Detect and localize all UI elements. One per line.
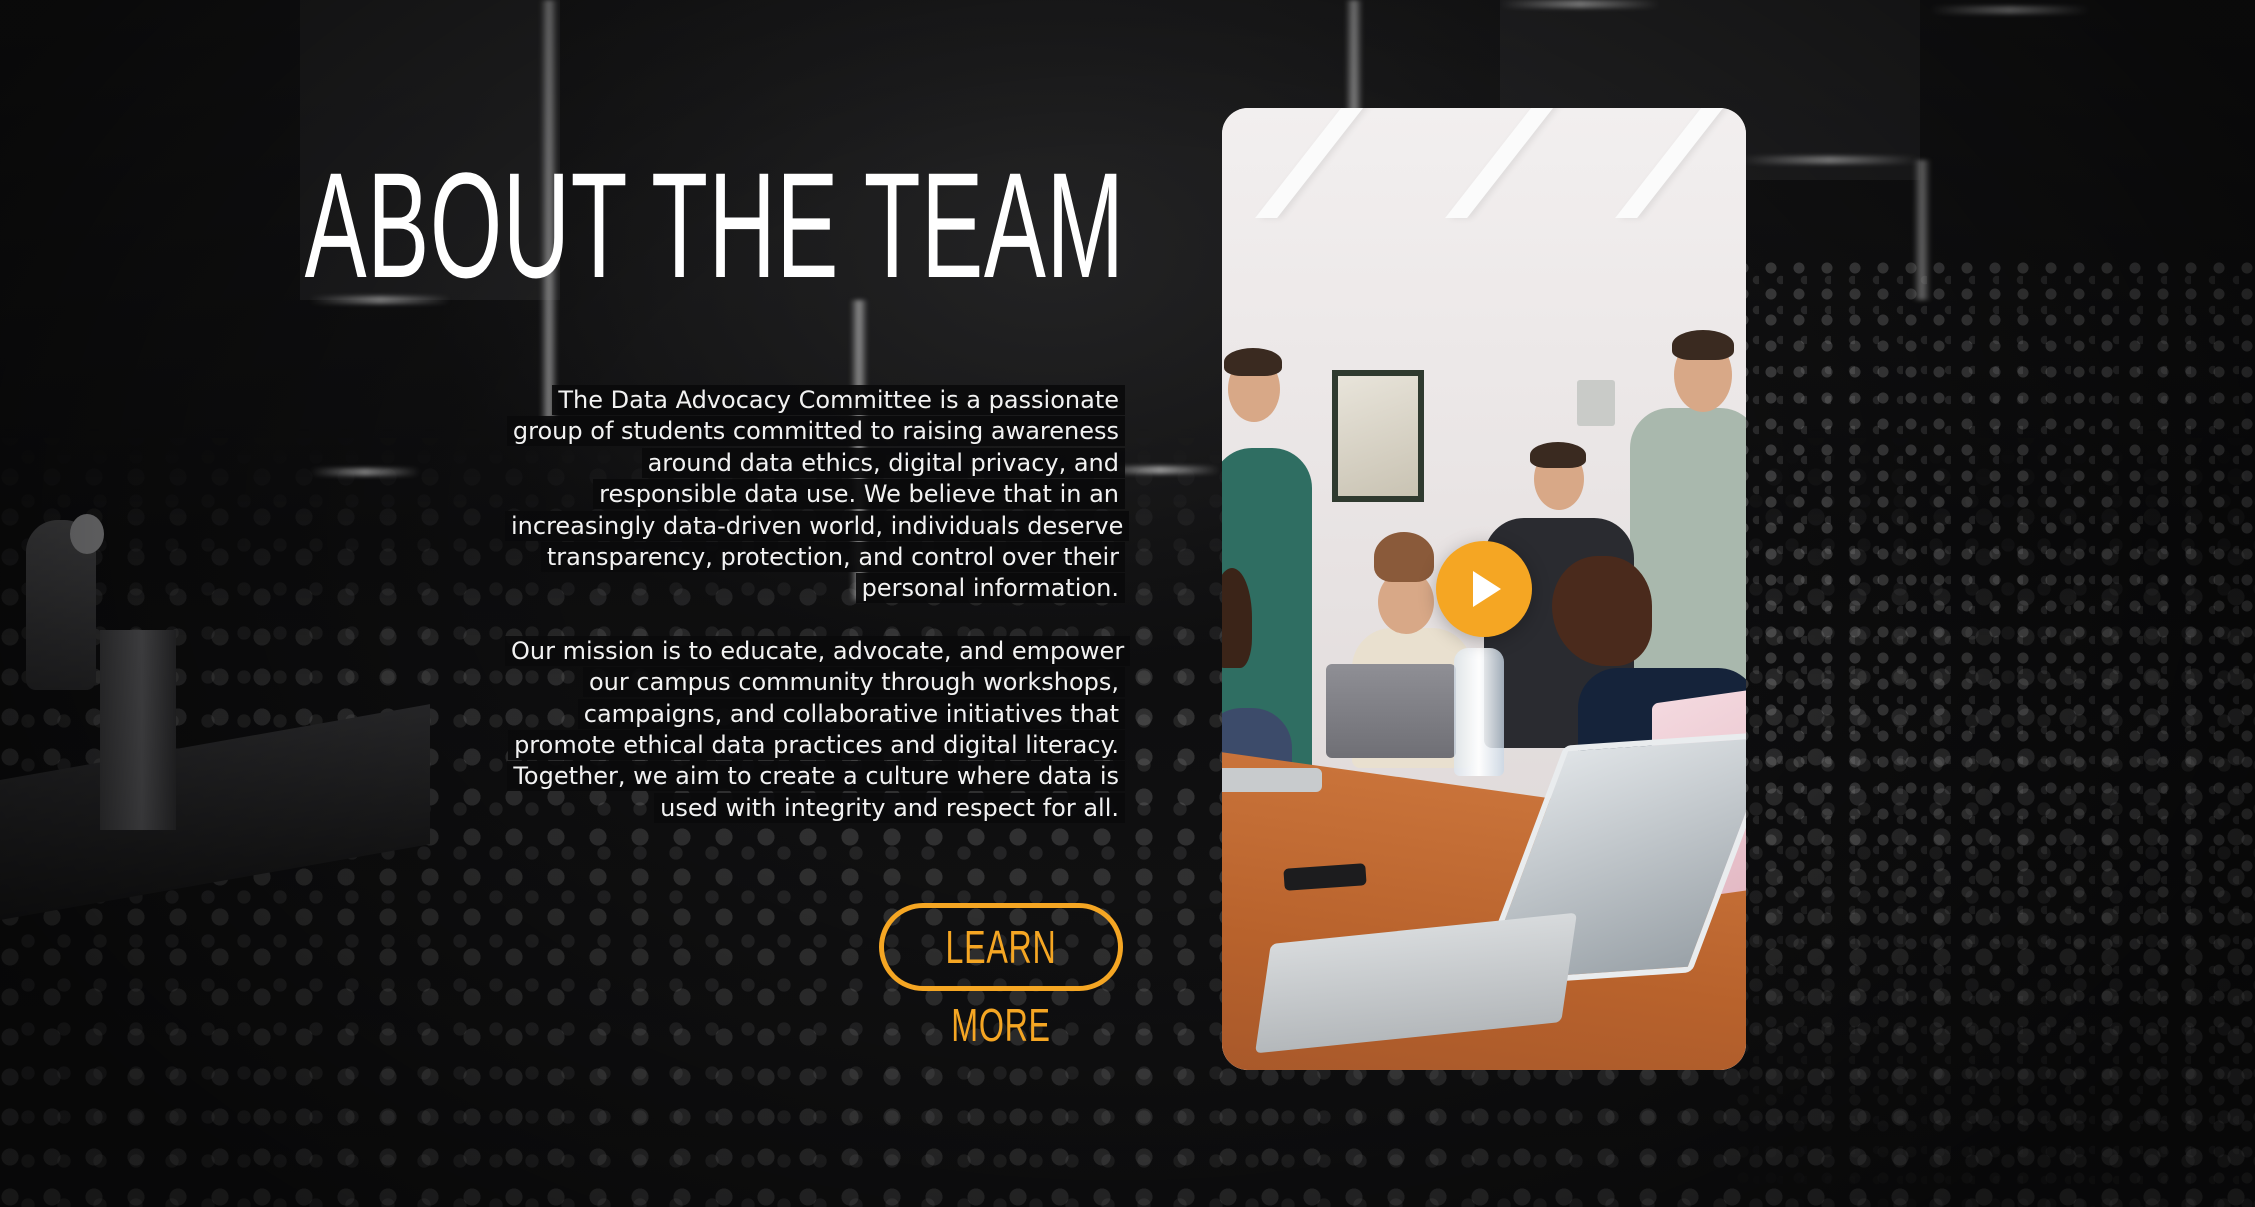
learn-more-button[interactable]: LEARN MORE bbox=[879, 903, 1123, 1051]
play-button[interactable] bbox=[1436, 541, 1532, 637]
about-description: The Data Advocacy Committee is a passion… bbox=[505, 385, 1131, 824]
play-icon bbox=[1473, 571, 1501, 607]
section-title: ABOUT THE TEAM bbox=[304, 141, 1125, 309]
learn-more-label: LEARN MORE bbox=[945, 921, 1057, 1051]
about-paragraph-2: Our mission is to educate, advocate, and… bbox=[505, 635, 1131, 824]
about-team-page: ABOUT THE TEAM The Data Advocacy Committ… bbox=[0, 0, 2255, 1207]
about-paragraph-1: The Data Advocacy Committee is a passion… bbox=[505, 385, 1130, 605]
team-video-thumbnail[interactable] bbox=[1222, 108, 1746, 1070]
